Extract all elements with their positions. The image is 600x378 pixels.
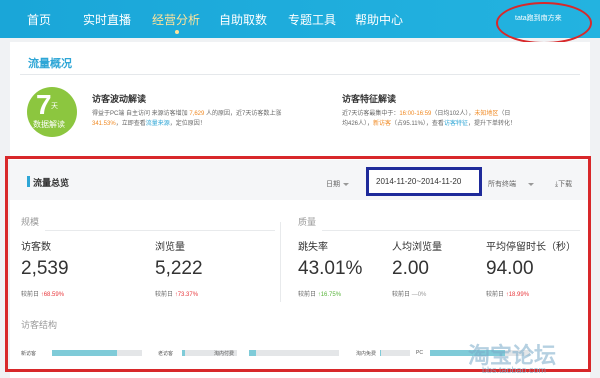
metric-visitors-compare: 较前日 ↑68.59% <box>21 292 65 298</box>
bar-label-new-visitors: 新访客 <box>21 351 37 357</box>
metric-avg-pv-value: 2.00 <box>392 258 429 279</box>
features-line-1: 近7天访客最集中于：16:00-16:59（日均102人），未知地区（日 <box>342 111 511 117</box>
features-title: 访客特征解读 <box>342 94 397 104</box>
metric-pageviews-label: 浏览量 <box>155 242 185 253</box>
fluctuation-line-2: 341.53%，立即查看流量来源，定位原因！ <box>92 121 206 127</box>
highlight-circle-annotation <box>496 2 592 44</box>
visitor-structure-title: 访客结构 <box>21 320 58 330</box>
traffic-source-link[interactable]: 流量来源 <box>146 121 170 127</box>
group-scale-label: 规模 <box>21 217 40 227</box>
metric-pageviews-value: 5,222 <box>155 258 203 279</box>
features-line-2: 均426人），新访客（占95.11%），查看访客特征，提升下单转化！ <box>342 121 516 127</box>
metric-avg-time-compare: 较前日 ↑18.99% <box>486 292 530 298</box>
visitor-features-link[interactable]: 访客特征 <box>444 121 468 127</box>
divider <box>45 230 275 231</box>
divider <box>20 74 580 75</box>
group-quality-label: 质量 <box>298 217 317 227</box>
overview-title: 流量概况 <box>28 58 72 70</box>
watermark-url: bbs.taobao.com <box>482 365 547 375</box>
data-interpretation-badge[interactable]: 7 天 数据解读 <box>27 87 77 137</box>
metric-visitors-value: 2,539 <box>21 258 69 279</box>
bar-track-paid <box>249 350 339 356</box>
nav-item-home[interactable]: 首页 <box>27 11 51 28</box>
badge-number: 7 <box>36 89 52 120</box>
bar-label-free: 淘内免费 <box>356 351 377 357</box>
fluctuation-line-1: 得益于PC端 自主访问 来源访客增加 7,629 人的原因，近7天访客数上涨 <box>92 111 282 117</box>
bar-label-paid: 淘内付费 <box>214 351 235 357</box>
nav-item-business-analysis[interactable]: 经营分析 <box>152 11 200 28</box>
metric-visitors-label: 访客数 <box>21 242 51 253</box>
divider <box>322 230 580 231</box>
metric-avg-time-value: 94.00 <box>486 258 534 279</box>
metric-bounce-compare: 较前日 ↑16.75% <box>298 292 342 298</box>
bar-label-pc: PC <box>416 350 423 356</box>
nav-item-help-center[interactable]: 帮助中心 <box>355 11 403 28</box>
bar-label-returning-visitors: 老访客 <box>158 351 174 357</box>
bar-track-free <box>380 350 410 356</box>
metric-bounce-value: 43.01% <box>298 258 363 279</box>
divider <box>280 222 281 302</box>
active-indicator <box>175 30 179 34</box>
metric-avg-pv-compare: 较前日 —0% <box>392 292 427 298</box>
metric-bounce-label: 跳失率 <box>298 242 328 253</box>
bar-track-new-visitors <box>52 350 142 356</box>
fluctuation-title: 访客波动解读 <box>92 94 147 104</box>
bar-fill-new-visitors <box>52 350 117 356</box>
badge-unit: 天 <box>51 103 58 110</box>
metric-avg-time-label: 平均停留时长（秒） <box>486 242 576 253</box>
bar-fill-paid <box>249 350 257 356</box>
metric-pageviews-compare: 较前日 ↑73.37% <box>155 292 199 298</box>
nav-item-live[interactable]: 实时直播 <box>83 11 131 28</box>
nav-item-special-tools[interactable]: 专题工具 <box>288 11 336 28</box>
bar-fill-returning-visitors <box>182 350 185 356</box>
metric-avg-pv-label: 人均浏览量 <box>392 242 442 253</box>
nav-item-self-service[interactable]: 自助取数 <box>219 11 267 28</box>
badge-label: 数据解读 <box>33 120 65 129</box>
bar-fill-free <box>380 350 381 356</box>
